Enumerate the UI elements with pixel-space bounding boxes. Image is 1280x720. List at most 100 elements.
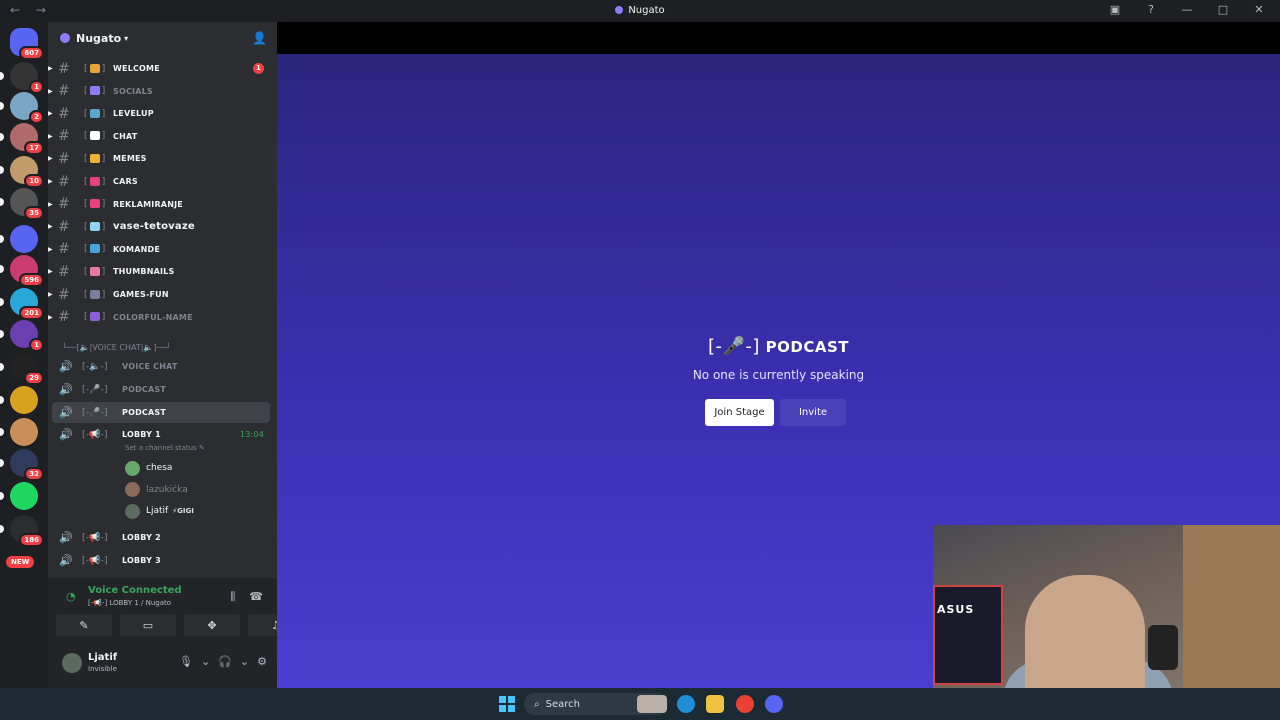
unread-pill (0, 330, 4, 338)
member-tag: ⚡GIGI (172, 507, 194, 515)
inbox-icon[interactable]: ▣ (1108, 3, 1122, 16)
set-channel-status[interactable]: Set a channel status ✎ (125, 444, 205, 452)
expand-arrow-icon[interactable]: ▶ (48, 314, 53, 321)
headphones-icon[interactable]: 🎧 (218, 655, 232, 668)
server-icon[interactable]: 35 (0, 188, 44, 220)
signal-icon[interactable]: ◔ (66, 590, 76, 603)
speaker-icon: 🔊 (59, 531, 73, 544)
maximize-button[interactable]: □ (1216, 3, 1230, 16)
text-channel[interactable]: ▶ # [] LEVELUP (48, 103, 270, 124)
expand-arrow-icon[interactable]: ▶ (48, 291, 53, 298)
voice-channel[interactable]: 🔊 [-🎤-] PODCAST (52, 402, 270, 423)
unread-pill (0, 72, 4, 80)
edge-icon[interactable] (677, 695, 695, 713)
text-channel[interactable]: ▶ # [] vase-tetovaze (48, 216, 270, 237)
taskbar-widget-icon[interactable] (637, 695, 667, 713)
voice-member[interactable]: Ljatif ⚡GIGI (125, 502, 194, 520)
server-list: 607 1 2 17 10 35 596 201 1 29 32 186 (0, 22, 48, 688)
server-icon[interactable]: 186 (0, 515, 44, 547)
expand-arrow-icon[interactable]: ▶ (48, 223, 53, 230)
voice-channel[interactable]: 🔊 [-📢-] LOBBY 2 (52, 527, 270, 548)
expand-arrow-icon[interactable]: ▶ (48, 88, 53, 95)
category-voice-chat[interactable]: └──[🔈|VOICE CHAT|🔈]──┘ (62, 343, 171, 352)
server-icon[interactable]: 2 (0, 92, 44, 124)
text-channel[interactable]: ▶ # [] REKLAMIRANJE (48, 194, 270, 215)
activities-button[interactable]: ✥ (184, 614, 240, 636)
expand-arrow-icon[interactable]: ▶ (48, 268, 53, 275)
gear-icon[interactable]: ⚙ (257, 655, 267, 668)
join-stage-button[interactable]: Join Stage (705, 399, 774, 426)
invite-button[interactable]: Invite (780, 399, 846, 426)
unread-pill (0, 525, 4, 533)
server-icon[interactable]: 1 (0, 320, 44, 352)
camera-button[interactable]: ✎ (56, 614, 112, 636)
server-icon[interactable] (0, 386, 38, 414)
channel-name: GAMES-FUN (113, 290, 169, 299)
text-channel[interactable]: ▶ # [] KOMANDE (48, 239, 270, 260)
server-icon[interactable] (0, 482, 38, 510)
window-controls: ▣ ? — □ ✕ (1108, 3, 1266, 16)
invite-people-icon[interactable]: 👤 (252, 31, 267, 45)
server-name: Nugato (76, 31, 122, 45)
voice-channel[interactable]: 🔊 [-🎤-] PODCAST (52, 379, 270, 400)
voice-panel: ◔ Voice Connected [-📢-] LOBBY 1 / Nugato… (48, 578, 304, 688)
server-icon[interactable]: 607 (10, 28, 44, 60)
server-icon[interactable]: 29 (0, 353, 44, 385)
hash-icon: # (58, 263, 70, 280)
text-channel[interactable]: ▶ # [] THUMBNAILS (48, 261, 270, 282)
help-icon[interactable]: ? (1144, 3, 1158, 16)
channel-emoji-icon: [] (84, 108, 106, 119)
text-channel[interactable]: ▶ # [] COLORFUL-NAME (48, 307, 270, 328)
stage-top-bar (277, 22, 1280, 54)
close-button[interactable]: ✕ (1252, 3, 1266, 16)
expand-arrow-icon[interactable]: ▶ (48, 178, 53, 185)
microphone-icon[interactable]: 🎙 (179, 655, 193, 668)
stage-icon: 🔊 (59, 406, 73, 419)
text-channel[interactable]: ▶ # [] CHAT (48, 126, 270, 147)
server-header[interactable]: Nugato ▾ 👤 (48, 22, 277, 54)
server-icon[interactable]: 1 (0, 62, 44, 94)
hash-icon: # (58, 150, 70, 167)
avatar[interactable] (62, 653, 82, 673)
text-channel[interactable]: ▶ # [] GAMES-FUN (48, 284, 270, 305)
voice-channel[interactable]: 🔊 [-🔈-] VOICE CHAT (52, 356, 270, 377)
noise-suppression-icon[interactable]: ⫼ (230, 590, 235, 604)
voice-member[interactable]: lazukićka (125, 481, 188, 499)
unread-pill (0, 265, 4, 273)
screenshare-button[interactable]: ▭ (120, 614, 176, 636)
voice-channel[interactable]: 🔊 [-📢-] LOBBY 1 13:04 (52, 424, 270, 445)
text-channel[interactable]: ▶ # [] SOCIALS (48, 81, 270, 102)
channel-name: REKLAMIRANJE (113, 199, 183, 209)
expand-arrow-icon[interactable]: ▶ (48, 110, 53, 117)
disconnect-icon[interactable]: ☎ (249, 590, 263, 604)
channel-name: LOBBY 1 (122, 430, 161, 439)
server-icon[interactable]: 32 (0, 449, 44, 481)
minimize-button[interactable]: — (1180, 3, 1194, 16)
expand-arrow-icon[interactable]: ▶ (48, 155, 53, 162)
server-icon[interactable]: 17 (0, 123, 44, 155)
server-icon[interactable]: 10 (0, 156, 44, 188)
username: Ljatif (88, 652, 118, 663)
expand-arrow-icon[interactable]: ▶ (48, 201, 53, 208)
text-channel[interactable]: ▶ # [] MEMES (48, 148, 270, 169)
server-icon[interactable] (0, 225, 38, 253)
discord-taskbar-icon[interactable] (765, 695, 783, 713)
server-icon[interactable]: 201 (0, 288, 44, 320)
voice-member[interactable]: chesa (125, 459, 172, 477)
voice-channel-info[interactable]: [-📢-] LOBBY 1 / Nugato (88, 599, 171, 607)
chevron-down-icon[interactable]: ⌄ (201, 655, 210, 668)
channel-emoji-icon: [] (84, 221, 106, 232)
start-button[interactable] (499, 696, 515, 712)
chevron-down-icon[interactable]: ⌄ (240, 655, 249, 668)
text-channel[interactable]: ▶ # [] CARS (48, 171, 270, 192)
text-channel[interactable]: ▶ # [] WELCOME 1 (48, 58, 270, 79)
server-icon[interactable] (0, 418, 38, 446)
expand-arrow-icon[interactable]: ▶ (48, 65, 53, 72)
voice-status[interactable]: Voice Connected (88, 585, 182, 596)
expand-arrow-icon[interactable]: ▶ (48, 133, 53, 140)
file-explorer-icon[interactable] (706, 695, 724, 713)
server-icon[interactable]: 596 (0, 255, 44, 287)
voice-channel[interactable]: 🔊 [-📢-] LOBBY 3 (52, 550, 270, 571)
chrome-icon[interactable] (736, 695, 754, 713)
expand-arrow-icon[interactable]: ▶ (48, 246, 53, 253)
